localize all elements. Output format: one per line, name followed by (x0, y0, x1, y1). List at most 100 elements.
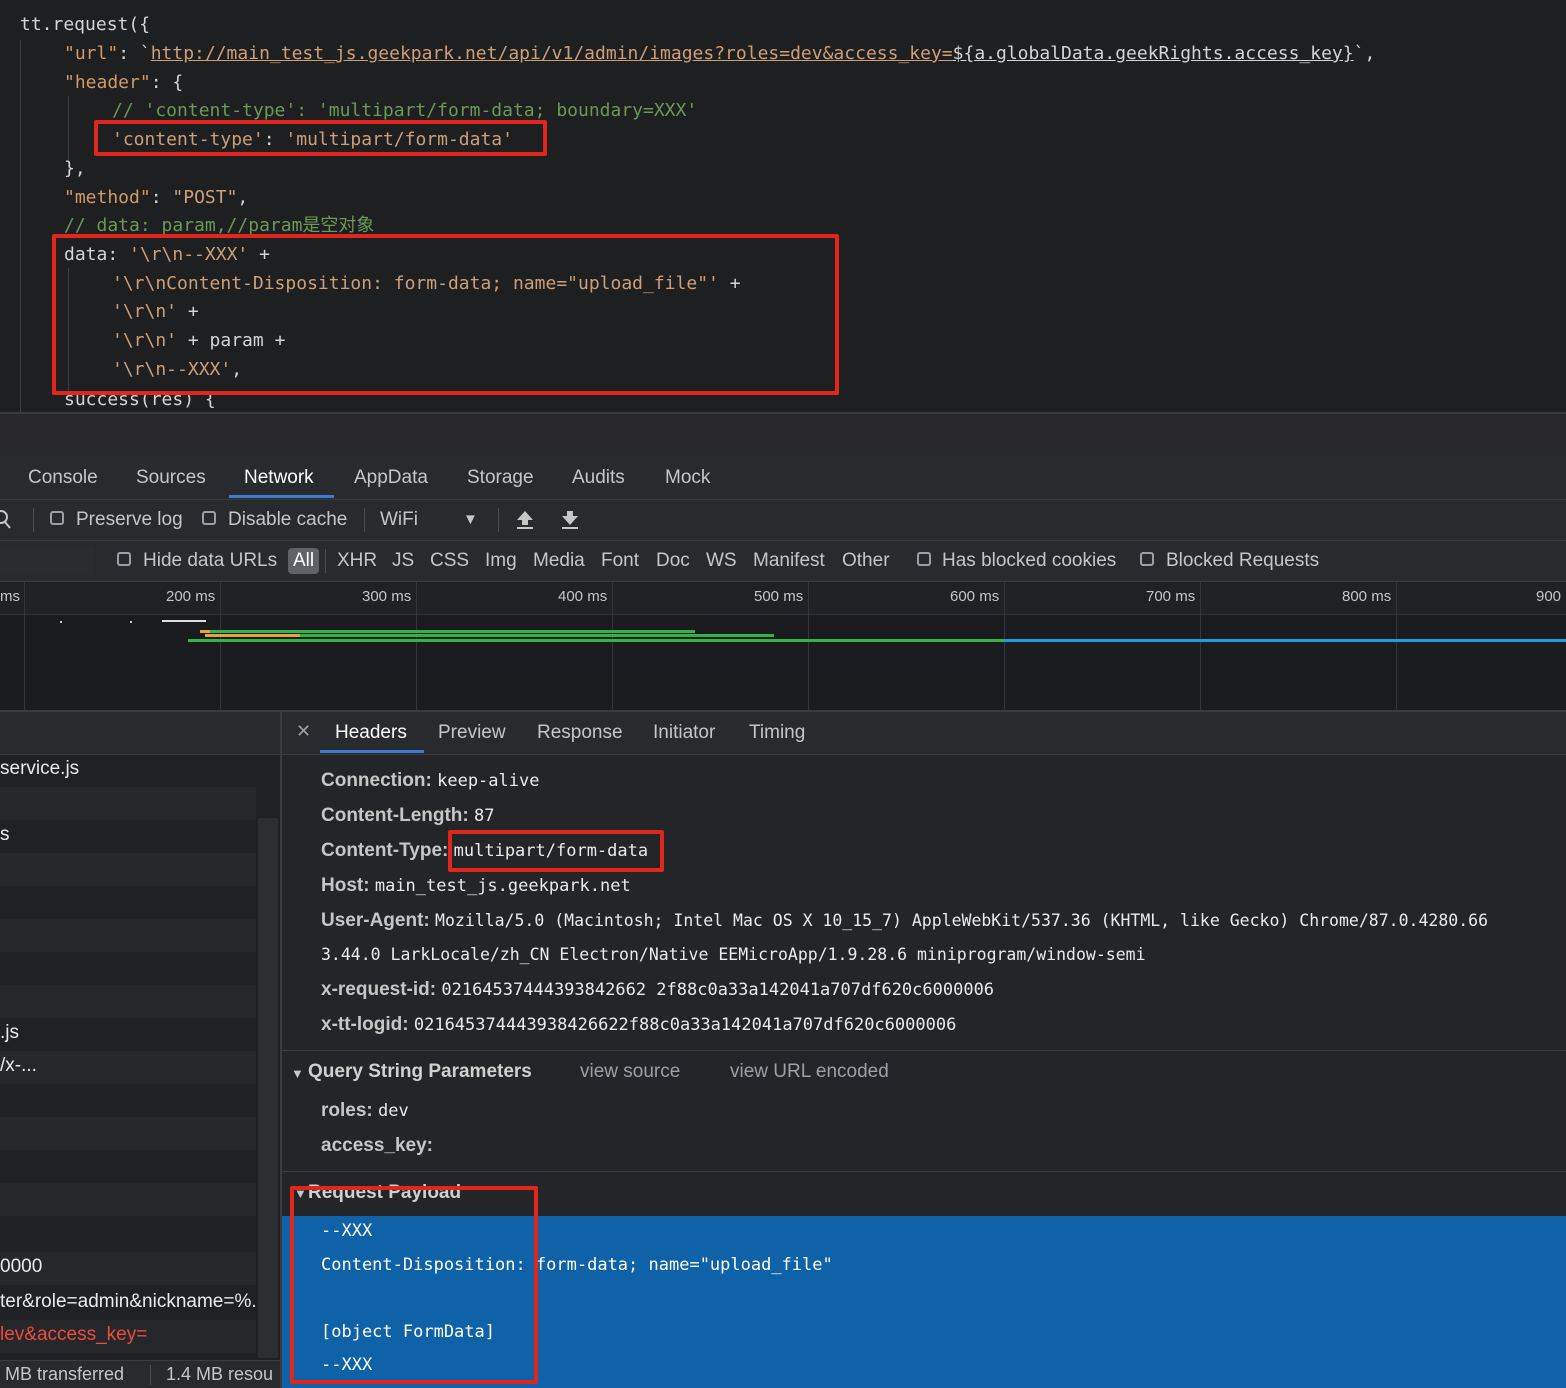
timeline-tick: 800 ms (1342, 588, 1392, 605)
filter-css[interactable]: CSS (430, 550, 469, 572)
view-source-link[interactable]: view source (580, 1061, 680, 1083)
close-icon[interactable]: ✕ (296, 721, 311, 742)
code-line: '\r\n' + (112, 301, 199, 322)
header-value: main_test_js.geekpark.net (374, 876, 631, 896)
network-timeline[interactable]: ms 200 ms 300 ms 400 ms 500 ms 600 ms 70… (0, 582, 1566, 712)
filter-manifest[interactable]: Manifest (753, 550, 825, 572)
list-item[interactable] (0, 1117, 256, 1150)
triangle-down-icon[interactable]: ▼ (291, 1066, 304, 1081)
triangle-down-icon[interactable]: ▼ (294, 1186, 307, 1201)
header-row: x-request-id: 02164537444393842662 2f88c… (321, 979, 994, 1001)
request-name: service.js (0, 758, 80, 779)
code-line: "url": `http://main_test_js.geekpark.net… (64, 43, 1376, 64)
param-value: dev (378, 1101, 409, 1121)
preserve-log-checkbox[interactable] (50, 511, 64, 525)
header-name: Host: (321, 875, 370, 896)
list-item[interactable]: ter&role=admin&nickname=%... (0, 1287, 267, 1320)
list-item[interactable]: .js (0, 1018, 256, 1051)
list-item[interactable] (0, 1150, 256, 1183)
timeline-bar (205, 634, 305, 637)
tab-network[interactable]: Network (244, 467, 314, 489)
header-name: Connection: (321, 770, 432, 791)
timeline-bar (130, 621, 132, 623)
disable-cache-checkbox[interactable] (202, 511, 216, 525)
filter-all-button[interactable]: All (288, 548, 320, 574)
header-row: Content-Type: multipart/form-data (321, 840, 648, 862)
tab-console[interactable]: Console (28, 467, 98, 489)
list-item[interactable] (0, 787, 256, 820)
list-item[interactable]: lev&access_key= (0, 1320, 256, 1353)
request-list-header (0, 712, 280, 755)
filter-media[interactable]: Media (533, 550, 585, 572)
list-item[interactable]: /x-... (0, 1051, 256, 1084)
toolbar-separator (33, 508, 34, 532)
view-url-encoded-link[interactable]: view URL encoded (730, 1061, 889, 1083)
section-divider (282, 1050, 1566, 1051)
list-item[interactable] (0, 952, 256, 985)
tab-preview[interactable]: Preview (438, 722, 506, 744)
timeline-tick: 400 ms (558, 588, 608, 605)
active-tab-indicator (320, 750, 424, 753)
request-payload-title[interactable]: Request Payload (308, 1182, 461, 1204)
active-tab-indicator (229, 495, 334, 498)
list-item[interactable] (0, 1216, 256, 1249)
filter-font[interactable]: Font (601, 550, 639, 572)
upload-icon[interactable] (515, 509, 535, 536)
request-name: 0000 (0, 1256, 43, 1277)
tab-sources[interactable]: Sources (136, 467, 206, 489)
list-item[interactable] (0, 1084, 256, 1117)
tab-response[interactable]: Response (537, 722, 623, 744)
tab-storage[interactable]: Storage (467, 467, 534, 489)
query-params-title[interactable]: Query String Parameters (308, 1061, 532, 1083)
payload-selection[interactable] (282, 1216, 1566, 1388)
list-item[interactable] (0, 919, 256, 952)
tab-timing[interactable]: Timing (749, 722, 805, 744)
timeline-bar (188, 639, 1006, 642)
filter-other[interactable]: Other (842, 550, 890, 572)
code-editor[interactable]: tt.request({ "url": `http://main_test_js… (0, 0, 1566, 412)
code-line: data: '\r\n--XXX' + (64, 244, 270, 265)
payload-line: --XXX (321, 1221, 373, 1241)
code-line: tt.request({ (20, 14, 151, 35)
tab-appdata[interactable]: AppData (354, 467, 428, 489)
blocked-requests-checkbox[interactable] (1140, 552, 1154, 566)
panel-divider[interactable] (0, 412, 1566, 459)
param-name: roles: (321, 1100, 373, 1121)
timeline-tick: ms (0, 588, 20, 605)
timeline-bar (162, 620, 206, 622)
search-icon[interactable] (0, 508, 14, 535)
filter-xhr[interactable]: XHR (337, 550, 377, 572)
chevron-down-icon[interactable]: ▼ (463, 511, 478, 528)
list-item[interactable]: 0000 (0, 1252, 256, 1285)
tab-headers[interactable]: Headers (335, 722, 407, 744)
header-value: 87 (474, 806, 495, 826)
request-list[interactable]: service.js s .js /x-... 0000 ter&role=ad… (0, 712, 282, 1388)
throttle-select[interactable]: WiFi (380, 509, 418, 531)
disable-cache-label: Disable cache (228, 509, 348, 530)
preserve-log-label: Preserve log (76, 509, 183, 530)
hide-data-urls-checkbox[interactable] (117, 552, 131, 566)
scrollbar[interactable] (258, 818, 278, 1358)
tab-mock[interactable]: Mock (665, 467, 710, 489)
list-item[interactable]: s (0, 820, 256, 853)
request-name-error: lev&access_key= (0, 1324, 148, 1345)
timeline-tick: 900 (1536, 588, 1562, 605)
filter-input[interactable] (0, 547, 94, 575)
header-row: x-tt-logid: 021645374443938426622f88c0a3… (321, 1014, 956, 1036)
filter-doc[interactable]: Doc (656, 550, 690, 572)
list-item[interactable]: service.js (0, 754, 256, 787)
list-item[interactable] (0, 886, 256, 919)
filter-js[interactable]: JS (392, 550, 414, 572)
tab-initiator[interactable]: Initiator (653, 722, 715, 744)
filter-ws[interactable]: WS (706, 550, 737, 572)
has-blocked-cookies-checkbox[interactable] (917, 552, 931, 566)
timeline-bar (300, 634, 774, 637)
filter-img[interactable]: Img (485, 550, 517, 572)
tab-audits[interactable]: Audits (572, 467, 625, 489)
list-item[interactable] (0, 985, 256, 1018)
payload-line: [object FormData] (321, 1322, 495, 1342)
list-item[interactable] (0, 1183, 256, 1216)
grid-line (612, 582, 613, 710)
download-icon[interactable] (560, 509, 580, 536)
list-item[interactable] (0, 853, 256, 886)
